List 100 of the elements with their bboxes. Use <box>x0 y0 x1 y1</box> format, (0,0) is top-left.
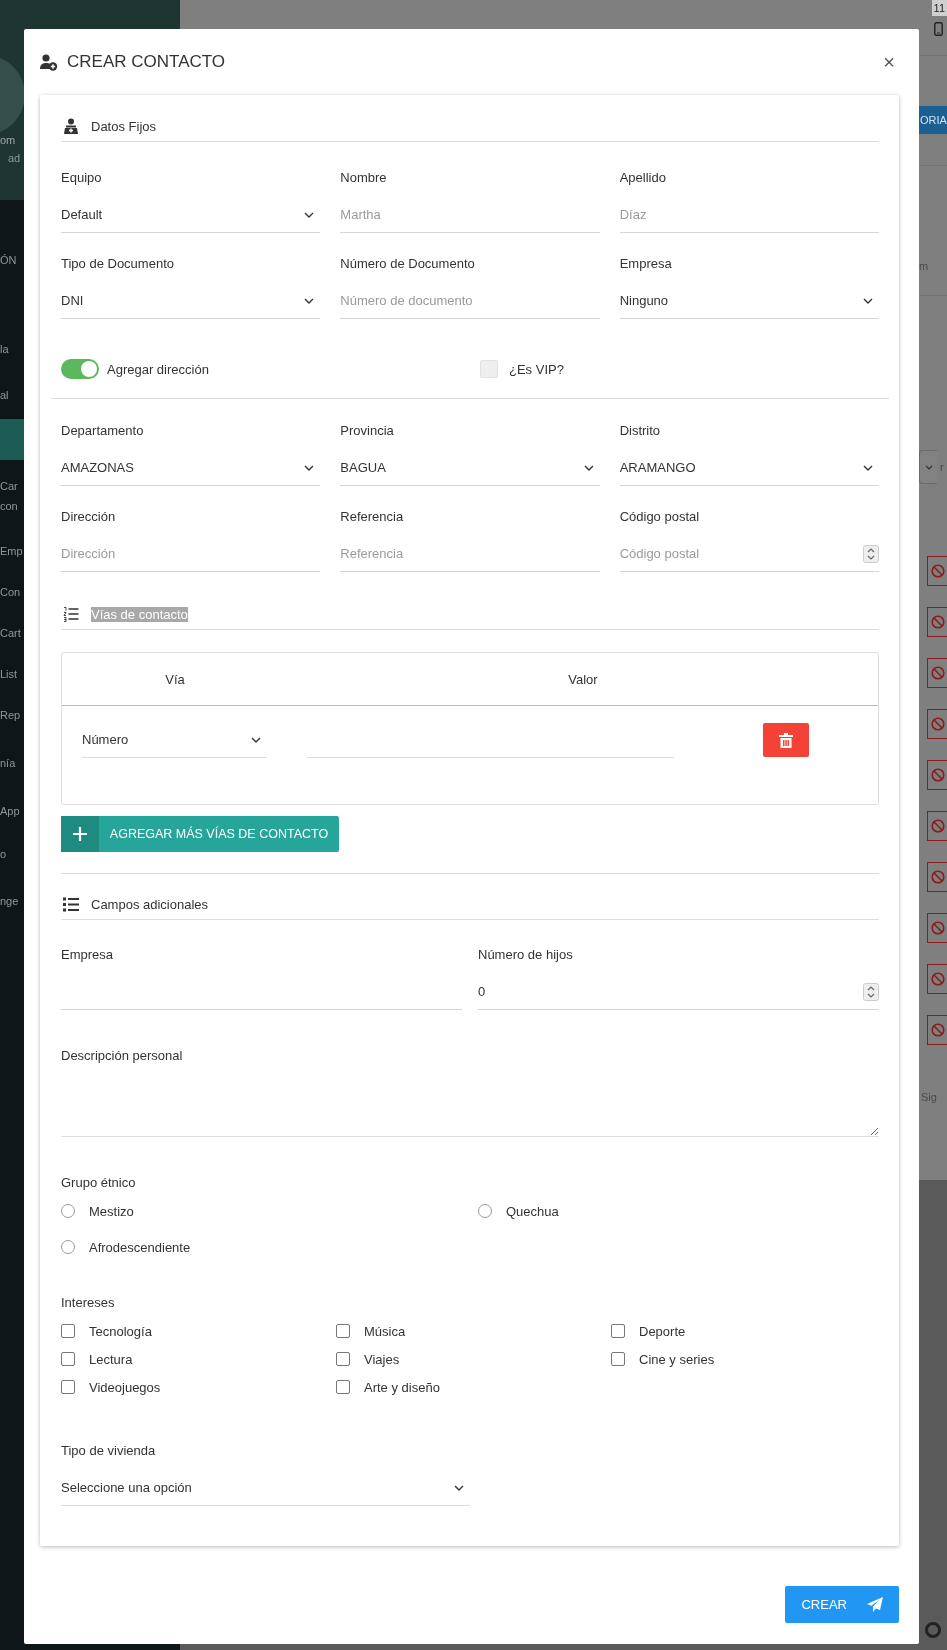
checkbox[interactable] <box>61 1380 75 1394</box>
spinner-icon[interactable] <box>863 544 879 563</box>
clock: 11 <box>931 0 947 16</box>
ban-icon <box>930 818 945 833</box>
radio-button[interactable] <box>61 1240 75 1254</box>
block-button[interactable] <box>927 912 947 943</box>
nav-item[interactable]: Car con <box>0 475 23 516</box>
chevron-down-icon <box>304 297 315 304</box>
checkbox[interactable] <box>336 1324 350 1338</box>
select-field[interactable]: ARAMANGO <box>619 450 879 486</box>
nav-item[interactable]: nía <box>0 753 23 773</box>
option-label: Videojuegos <box>89 1379 161 1395</box>
section-title: Vías de contacto <box>91 606 188 622</box>
text-field[interactable]: Díaz <box>619 197 879 233</box>
option-label: Cine y series <box>639 1351 715 1367</box>
action-button[interactable]: ORIA <box>919 106 947 134</box>
block-button[interactable] <box>927 555 947 586</box>
plus-icon <box>73 827 87 841</box>
field-label: Intereses <box>61 1294 115 1312</box>
field-label: Apellido <box>619 169 666 187</box>
block-button[interactable] <box>927 708 947 739</box>
field-label: Nombre <box>340 169 387 187</box>
option-label: Viajes <box>364 1351 400 1367</box>
number-field[interactable]: 0 <box>478 974 863 1009</box>
trash-icon <box>779 732 793 748</box>
option-label: Tecnología <box>89 1323 152 1339</box>
close-button[interactable]: × <box>879 50 899 74</box>
block-button[interactable] <box>927 963 947 994</box>
field-label: Provincia <box>340 422 394 440</box>
ban-icon <box>930 971 945 986</box>
field-label: Distrito <box>619 422 661 440</box>
lifebuoy-icon[interactable] <box>925 1622 941 1638</box>
ban-icon <box>930 614 945 629</box>
select-field[interactable]: Ninguno <box>619 283 879 319</box>
nav-item[interactable]: Con <box>0 581 23 602</box>
radio-button[interactable] <box>478 1204 492 1218</box>
nav-item[interactable]: List <box>0 663 23 684</box>
ban-icon <box>930 716 945 731</box>
block-button[interactable] <box>927 810 947 841</box>
number-field[interactable]: Código postal <box>619 536 863 571</box>
chevron-down-icon <box>583 464 594 471</box>
field-label: Equipo <box>61 169 102 187</box>
field-label: Grupo étnico <box>61 1174 136 1192</box>
chevron-down-icon <box>863 297 873 304</box>
text-field[interactable]: Martha <box>340 197 600 233</box>
block-button[interactable] <box>927 606 947 637</box>
select-field[interactable]: BAGUA <box>340 450 600 486</box>
select-field[interactable]: Default <box>61 197 321 233</box>
select-field[interactable]: Número <box>82 722 267 758</box>
nav-item[interactable]: Emp <box>0 541 23 561</box>
checkbox[interactable] <box>336 1352 350 1366</box>
add-user-icon <box>40 53 58 71</box>
option-label: Lectura <box>89 1351 133 1367</box>
field-label: Empresa <box>619 255 672 273</box>
ban-icon <box>930 920 945 935</box>
select-field[interactable]: Seleccione una opción <box>61 1470 470 1506</box>
toggle-label: Agregar dirección <box>107 361 209 377</box>
block-button[interactable] <box>927 1014 947 1045</box>
chevron-down-icon <box>304 211 315 218</box>
block-button[interactable] <box>927 657 947 688</box>
field-label: Departamento <box>61 422 144 440</box>
checkbox[interactable] <box>61 1352 75 1366</box>
checkbox-label: ¿Es VIP? <box>509 361 564 377</box>
toggle-switch[interactable] <box>61 359 99 379</box>
checkbox[interactable] <box>611 1324 625 1338</box>
text-field[interactable]: Dirección <box>61 536 321 572</box>
select-field[interactable] <box>919 450 937 484</box>
spinner-icon[interactable] <box>863 982 879 1001</box>
nav-item[interactable]: la <box>0 339 23 359</box>
text-field[interactable]: Referencia <box>340 536 600 572</box>
ban-icon <box>930 767 945 782</box>
chevron-down-icon <box>863 464 873 471</box>
block-button[interactable] <box>927 861 947 892</box>
nav-item[interactable]: nge <box>0 890 23 911</box>
phone-icon[interactable] <box>934 22 943 36</box>
nav-item[interactable]: o <box>0 844 23 864</box>
chevron-down-icon <box>454 1484 464 1491</box>
delete-button[interactable] <box>763 723 809 757</box>
option-label: Arte y diseño <box>364 1379 440 1395</box>
field-label: Tipo de Documento <box>61 255 174 273</box>
field-label: Código postal <box>619 508 700 526</box>
checkbox[interactable] <box>336 1380 350 1394</box>
field-label: Dirección <box>61 508 116 526</box>
section-title: Campos adicionales <box>91 896 209 912</box>
block-button[interactable] <box>927 759 947 790</box>
select-field[interactable]: DNI <box>61 283 321 319</box>
nav-item[interactable]: Cart <box>0 622 23 643</box>
radio-button[interactable] <box>61 1204 75 1218</box>
nav-item[interactable]: Rep <box>0 705 23 725</box>
option-label: Música <box>364 1323 406 1339</box>
text-field[interactable]: Número de documento <box>340 283 600 319</box>
select-field[interactable]: AMAZONAS <box>61 450 321 486</box>
nav-item[interactable]: App <box>0 801 23 821</box>
checkbox[interactable] <box>61 1324 75 1338</box>
chevron-down-icon <box>251 736 261 743</box>
checkbox[interactable] <box>611 1352 625 1366</box>
ban-icon <box>930 869 945 884</box>
option-label: Mestizo <box>89 1203 134 1219</box>
section-title: Datos Fijos <box>91 118 157 134</box>
nav-item[interactable]: al <box>0 384 23 405</box>
